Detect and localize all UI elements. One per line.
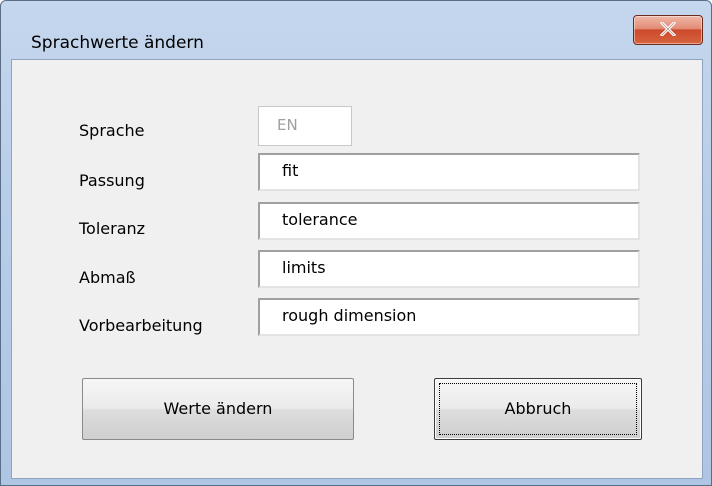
label-abmass: Abmaß bbox=[79, 268, 136, 287]
abmass-input[interactable]: limits bbox=[258, 250, 640, 288]
label-sprache: Sprache bbox=[79, 121, 145, 140]
change-values-label: Werte ändern bbox=[163, 399, 273, 418]
change-values-button[interactable]: Werte ändern bbox=[82, 378, 354, 440]
toleranz-input[interactable]: tolerance bbox=[258, 202, 640, 240]
dialog-window: Sprachwerte ändern Sprache EN Passung fi… bbox=[0, 0, 712, 486]
focus-rectangle bbox=[439, 383, 637, 435]
close-icon bbox=[660, 22, 676, 36]
label-toleranz: Toleranz bbox=[79, 219, 146, 238]
dialog-client-area: Sprache EN Passung fit Toleranz toleranc… bbox=[11, 59, 703, 479]
label-passung: Passung bbox=[79, 171, 145, 190]
label-vorbearbeitung: Vorbearbeitung bbox=[79, 316, 203, 335]
window-title: Sprachwerte ändern bbox=[31, 33, 204, 53]
language-field: EN bbox=[258, 106, 352, 146]
close-button[interactable] bbox=[633, 15, 703, 45]
cancel-button[interactable]: Abbruch bbox=[434, 378, 642, 440]
vorbearbeitung-input[interactable]: rough dimension bbox=[258, 298, 640, 336]
title-bar[interactable]: Sprachwerte ändern bbox=[1, 1, 711, 59]
passung-input[interactable]: fit bbox=[258, 153, 640, 191]
